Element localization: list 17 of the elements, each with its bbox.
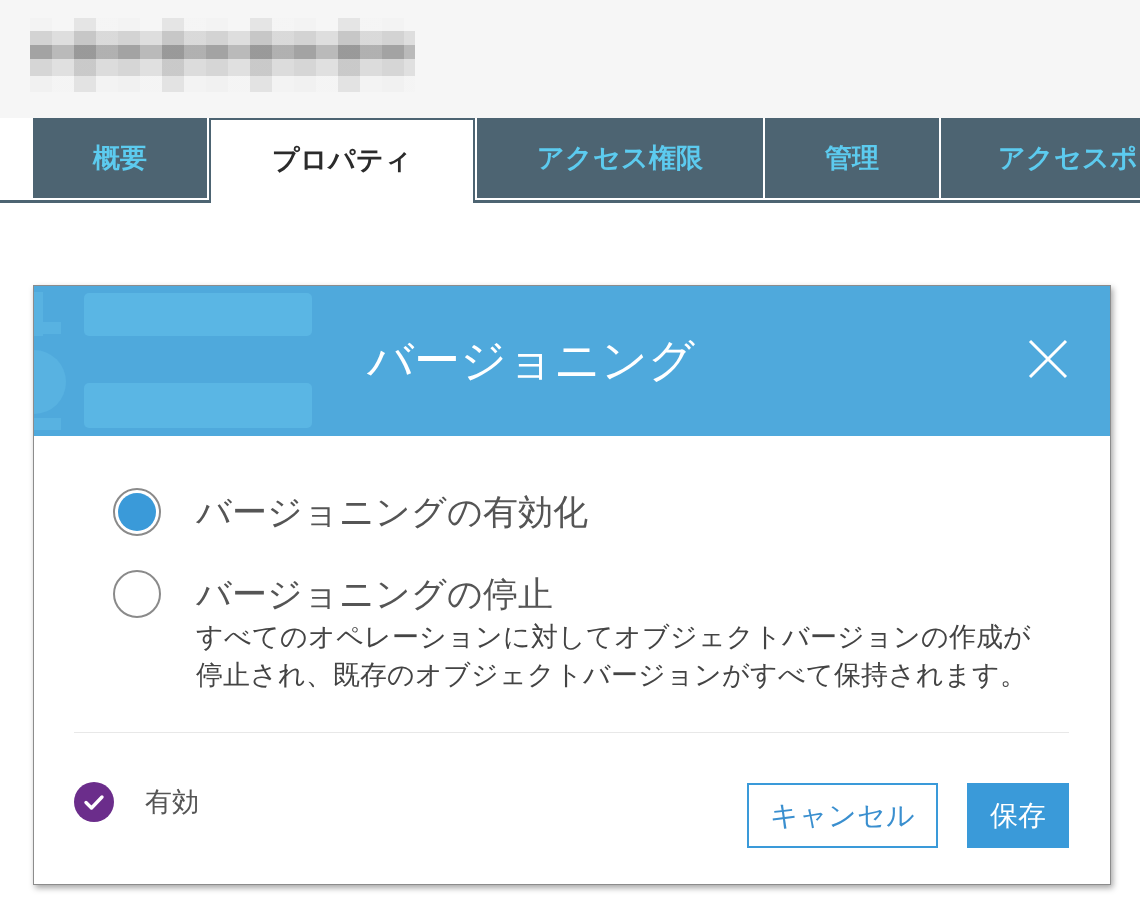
check-circle-icon (74, 782, 114, 822)
option-description: すべてのオペレーションに対してオブジェクトバージョンの作成が停止され、既存のオブジェクトバージョンがすべて保持されます。 (196, 620, 1032, 692)
close-button[interactable] (1028, 339, 1068, 379)
tab[interactable]: アクセス権限 (477, 118, 763, 198)
option-label[interactable]: バージョニングの有効化 (196, 488, 588, 536)
close-icon (1028, 339, 1068, 379)
cancel-button[interactable]: キャンセル (747, 783, 938, 848)
radio-button[interactable] (113, 488, 161, 536)
status-label: 有効 (145, 785, 199, 819)
dialog-title: バージョニング (367, 332, 695, 389)
save-button[interactable]: 保存 (967, 783, 1069, 848)
tab[interactable]: アクセスポ (941, 118, 1140, 198)
tab[interactable]: プロパティ (209, 118, 475, 203)
tab[interactable]: 概要 (33, 118, 207, 198)
radio-button[interactable] (113, 570, 161, 618)
option-label[interactable]: バージョニングの停止 (196, 570, 1044, 618)
tab[interactable]: 管理 (765, 118, 939, 198)
